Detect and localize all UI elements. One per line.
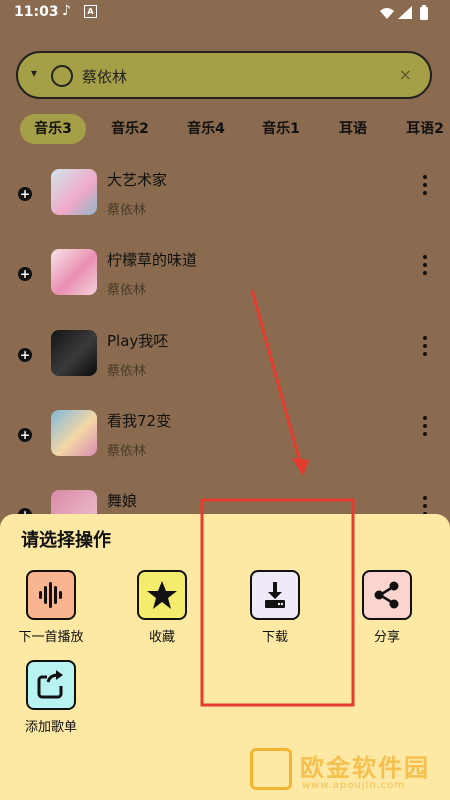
album-cover — [51, 249, 97, 295]
song-row[interactable]: + 大艺术家 蔡依林 — [0, 169, 450, 249]
favorite-label: 收藏 — [148, 630, 175, 645]
more-options-icon[interactable] — [420, 416, 430, 446]
add-icon[interactable]: + — [18, 187, 32, 201]
soundwave-icon[interactable] — [26, 570, 76, 620]
download-label: 下载 — [261, 630, 288, 645]
tab-music1[interactable]: 音乐1 — [248, 114, 314, 144]
add-icon[interactable]: + — [18, 428, 32, 442]
search-bar[interactable]: ▾ 蔡依林 × — [16, 51, 432, 99]
tab-whisper2[interactable]: 耳语2 — [395, 114, 450, 144]
song-artist: 蔡依林 — [107, 364, 147, 379]
add-to-playlist-label: 添加歌单 — [24, 720, 77, 735]
wifi-icon — [380, 8, 394, 19]
status-bar: 11:03 ♪ A — [0, 0, 450, 26]
album-cover — [51, 169, 97, 215]
song-title: Play我呸 — [107, 332, 169, 350]
song-title: 大艺术家 — [107, 171, 168, 189]
status-time: 11:03 — [14, 4, 59, 20]
add-to-playlist-button[interactable]: 添加歌单 — [2, 660, 92, 750]
source-tabs: 音乐3 音乐2 音乐4 音乐1 耳语 耳语2 — [0, 114, 450, 146]
clear-icon[interactable]: × — [399, 65, 412, 84]
a-notification-icon: A — [84, 5, 97, 18]
song-artist: 蔡依林 — [107, 444, 147, 459]
tab-music3[interactable]: 音乐3 — [20, 114, 86, 144]
sheet-title: 请选择操作 — [21, 530, 111, 551]
watermark-text: 欧金软件园 — [300, 754, 430, 782]
battery-icon — [420, 7, 428, 20]
tab-whisper[interactable]: 耳语 — [322, 114, 384, 144]
more-options-icon[interactable] — [420, 175, 430, 205]
dropdown-caret-icon[interactable]: ▾ — [31, 66, 37, 80]
tab-music2[interactable]: 音乐2 — [97, 114, 163, 144]
song-artist: 蔡依林 — [107, 203, 147, 218]
source-circle-icon — [51, 65, 73, 87]
share-label: 分享 — [373, 630, 400, 645]
album-cover — [51, 410, 97, 456]
song-title: 看我72变 — [107, 412, 172, 430]
music-note-icon: ♪ — [62, 3, 71, 19]
status-icons — [380, 5, 428, 20]
song-row[interactable]: + Play我呸 蔡依林 — [0, 330, 450, 410]
song-title: 柠檬草的味道 — [107, 251, 198, 269]
star-icon[interactable] — [137, 570, 187, 620]
add-icon[interactable]: + — [18, 267, 32, 281]
song-row[interactable]: + 柠檬草的味道 蔡依林 — [0, 249, 450, 329]
download-icon[interactable] — [250, 570, 300, 620]
search-input[interactable]: 蔡依林 — [82, 66, 127, 87]
watermark: 欧金软件园 www.apoujin.com — [250, 748, 446, 798]
play-next-button[interactable]: 下一首播放 — [2, 570, 92, 660]
share-button[interactable]: 分享 — [338, 570, 428, 660]
more-options-icon[interactable] — [420, 336, 430, 366]
tab-music4[interactable]: 音乐4 — [173, 114, 239, 144]
song-artist: 蔡依林 — [107, 283, 147, 298]
add-icon[interactable]: + — [18, 348, 32, 362]
watermark-url: www.apoujin.com — [302, 780, 406, 791]
play-next-label: 下一首播放 — [18, 630, 84, 645]
share-icon[interactable] — [362, 570, 412, 620]
download-button[interactable]: 下载 — [226, 570, 316, 660]
album-cover — [51, 330, 97, 376]
song-title: 舞娘 — [107, 492, 138, 510]
more-options-icon[interactable] — [420, 255, 430, 285]
watermark-logo-icon — [250, 748, 292, 790]
favorite-button[interactable]: 收藏 — [113, 570, 203, 660]
playlist-forward-icon[interactable] — [26, 660, 76, 710]
song-row[interactable]: + 看我72变 蔡依林 — [0, 410, 450, 490]
signal-icon — [398, 6, 412, 19]
